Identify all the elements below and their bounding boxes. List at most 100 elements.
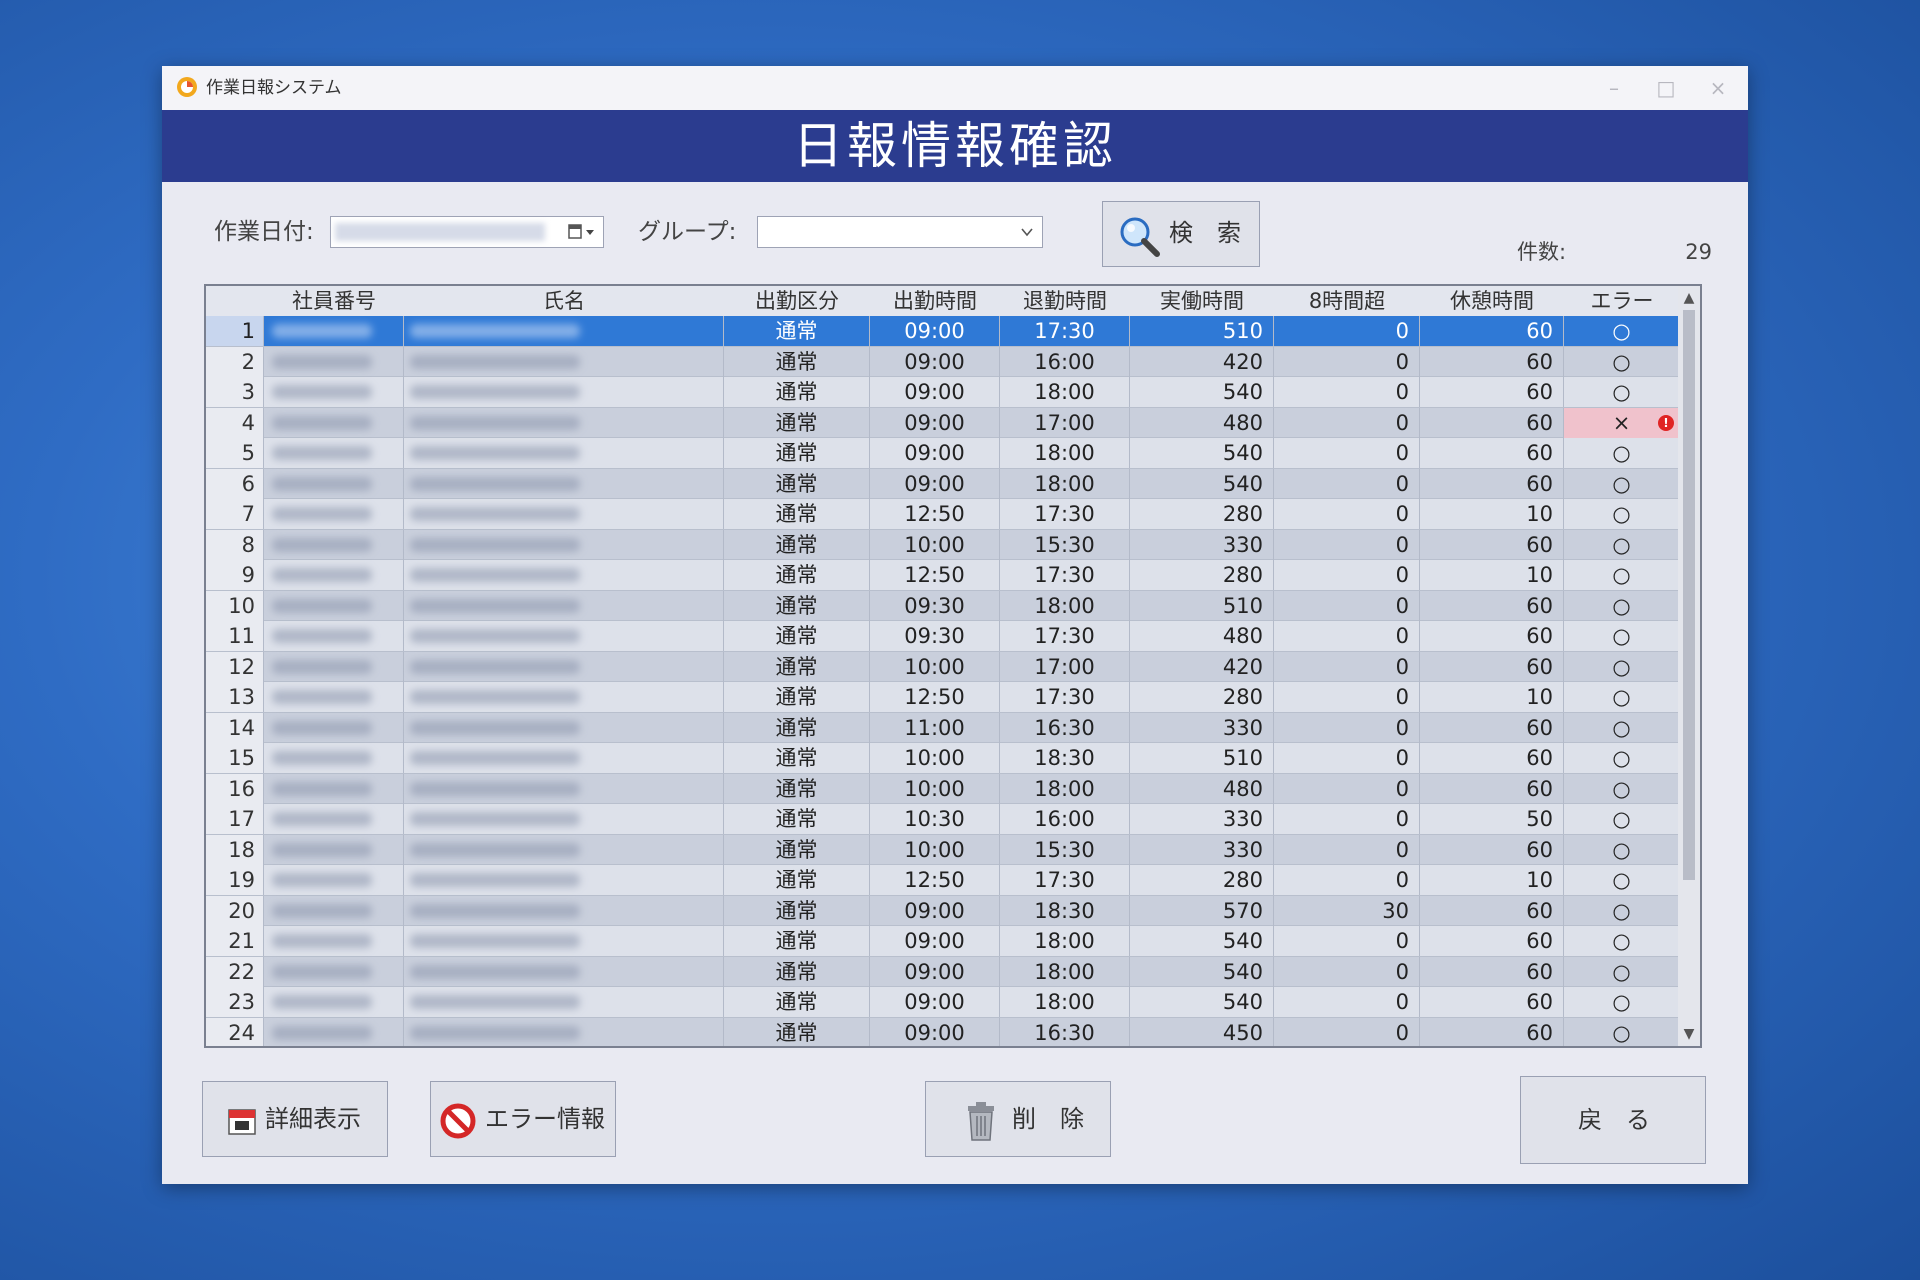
rest-time-cell: 60 — [1420, 621, 1564, 651]
daily-report-grid[interactable]: 社員番号 氏名 出勤区分 出勤時間 退勤時間 実働時間 8時間超 休憩時間 エラ… — [204, 284, 1702, 1048]
redacted-text — [272, 507, 372, 521]
clock-out-cell: 17:30 — [1000, 865, 1130, 895]
work-time-cell: 570 — [1130, 895, 1274, 926]
redacted-text — [410, 903, 580, 918]
calendar-dropdown-icon[interactable] — [567, 223, 597, 241]
row-number: 16 — [206, 773, 264, 804]
calendar-icon — [228, 1109, 256, 1135]
table-row[interactable]: 19 通常 12:50 17:30 280 0 10 ○ — [206, 865, 1680, 896]
clock-out-cell: 17:30 — [1000, 316, 1130, 346]
clock-in-cell: 10:00 — [870, 743, 1000, 773]
kubun-cell: 通常 — [724, 743, 870, 773]
table-row[interactable]: 23 通常 09:00 18:00 540 0 60 ○ — [206, 987, 1680, 1018]
table-row[interactable]: 17 通常 10:30 16:00 330 0 50 ○ — [206, 804, 1680, 835]
detail-button[interactable]: 詳細表示 — [202, 1081, 388, 1157]
redacted-text — [410, 537, 580, 552]
search-button[interactable]: 検 索 — [1102, 201, 1260, 267]
column-header-overtime[interactable]: 8時間超 — [1274, 286, 1420, 316]
rest-time-cell: 60 — [1420, 651, 1564, 682]
clock-out-cell: 18:00 — [1000, 956, 1130, 987]
row-number: 1 — [206, 316, 264, 346]
clock-in-cell: 09:30 — [870, 590, 1000, 621]
employee-no-cell — [264, 468, 404, 499]
close-button[interactable]: × — [1692, 72, 1744, 104]
overtime-cell: 0 — [1274, 377, 1420, 407]
table-row[interactable]: 6 通常 09:00 18:00 540 0 60 ○ — [206, 468, 1680, 499]
table-row[interactable]: 21 通常 09:00 18:00 540 0 60 ○ — [206, 926, 1680, 957]
clock-in-cell: 11:00 — [870, 712, 1000, 743]
work-time-cell: 540 — [1130, 956, 1274, 987]
name-cell — [404, 956, 724, 987]
vertical-scrollbar[interactable]: ▲ ▼ — [1678, 286, 1700, 1046]
clock-in-cell: 10:30 — [870, 804, 1000, 834]
table-row[interactable]: 8 通常 10:00 15:30 330 0 60 ○ — [206, 529, 1680, 560]
redacted-text — [272, 476, 372, 491]
column-header-name[interactable]: 氏名 — [404, 286, 724, 316]
grid-header: 社員番号 氏名 出勤区分 出勤時間 退勤時間 実働時間 8時間超 休憩時間 エラ… — [206, 286, 1680, 316]
delete-button[interactable]: 削 除 — [925, 1081, 1111, 1157]
column-header-clock-out[interactable]: 退勤時間 — [1000, 286, 1130, 316]
error-cell: ○ — [1564, 377, 1680, 407]
overtime-cell: 0 — [1274, 987, 1420, 1017]
work-time-cell: 280 — [1130, 865, 1274, 895]
table-row[interactable]: 13 通常 12:50 17:30 280 0 10 ○ — [206, 682, 1680, 713]
column-header-kubun[interactable]: 出勤区分 — [724, 286, 870, 316]
scroll-down-icon[interactable]: ▼ — [1678, 1024, 1700, 1044]
table-row[interactable]: 4 通常 09:00 17:00 480 0 60 ×! — [206, 407, 1680, 438]
name-cell — [404, 682, 724, 712]
error-cell: ○ — [1564, 682, 1680, 712]
table-row[interactable]: 11 通常 09:30 17:30 480 0 60 ○ — [206, 621, 1680, 652]
name-cell — [404, 651, 724, 682]
redacted-text — [272, 354, 372, 369]
employee-no-cell — [264, 651, 404, 682]
column-header-employee-no[interactable]: 社員番号 — [264, 286, 404, 316]
kubun-cell: 通常 — [724, 407, 870, 438]
table-row[interactable]: 10 通常 09:30 18:00 510 0 60 ○ — [206, 590, 1680, 621]
kubun-cell: 通常 — [724, 712, 870, 743]
minimize-button[interactable]: – — [1588, 72, 1640, 104]
table-row[interactable]: 1 通常 09:00 17:30 510 0 60 ○ — [206, 316, 1680, 347]
kubun-cell: 通常 — [724, 346, 870, 377]
table-row[interactable]: 2 通常 09:00 16:00 420 0 60 ○ — [206, 346, 1680, 377]
table-row[interactable]: 24 通常 09:00 16:30 450 0 60 ○ — [206, 1017, 1680, 1046]
work-time-cell: 480 — [1130, 773, 1274, 804]
work-time-cell: 330 — [1130, 834, 1274, 865]
group-select[interactable] — [757, 216, 1043, 248]
column-header-work-time[interactable]: 実働時間 — [1130, 286, 1274, 316]
table-row[interactable]: 22 通常 09:00 18:00 540 0 60 ○ — [206, 956, 1680, 987]
error-cell: ○ — [1564, 651, 1680, 682]
scroll-up-icon[interactable]: ▲ — [1678, 288, 1700, 308]
row-number: 18 — [206, 834, 264, 865]
table-row[interactable]: 12 通常 10:00 17:00 420 0 60 ○ — [206, 651, 1680, 682]
table-row[interactable]: 3 通常 09:00 18:00 540 0 60 ○ — [206, 377, 1680, 408]
table-row[interactable]: 20 通常 09:00 18:30 570 30 60 ○ — [206, 895, 1680, 926]
rest-time-cell: 10 — [1420, 499, 1564, 529]
column-header-error[interactable]: エラー — [1564, 286, 1680, 316]
work-time-cell: 450 — [1130, 1017, 1274, 1046]
scroll-thumb[interactable] — [1683, 310, 1695, 880]
search-button-label: 検 索 — [1169, 219, 1241, 247]
error-info-button[interactable]: エラー情報 — [430, 1081, 616, 1157]
redacted-text — [410, 324, 580, 338]
name-cell — [404, 926, 724, 956]
clock-in-cell: 12:50 — [870, 865, 1000, 895]
column-header-clock-in[interactable]: 出勤時間 — [870, 286, 1000, 316]
back-button[interactable]: 戻 る — [1520, 1076, 1706, 1164]
table-row[interactable]: 18 通常 10:00 15:30 330 0 60 ○ — [206, 834, 1680, 865]
table-row[interactable]: 15 通常 10:00 18:30 510 0 60 ○ — [206, 743, 1680, 774]
redacted-text — [410, 995, 580, 1009]
date-picker[interactable] — [330, 216, 604, 248]
table-row[interactable]: 16 通常 10:00 18:00 480 0 60 ○ — [206, 773, 1680, 804]
table-row[interactable]: 14 通常 11:00 16:30 330 0 60 ○ — [206, 712, 1680, 743]
clock-in-cell: 09:00 — [870, 926, 1000, 956]
table-row[interactable]: 5 通常 09:00 18:00 540 0 60 ○ — [206, 438, 1680, 469]
column-header-rest-time[interactable]: 休憩時間 — [1420, 286, 1564, 316]
row-number: 13 — [206, 682, 264, 712]
kubun-cell: 通常 — [724, 590, 870, 621]
table-row[interactable]: 7 通常 12:50 17:30 280 0 10 ○ — [206, 499, 1680, 530]
name-cell — [404, 804, 724, 834]
maximize-button[interactable]: □ — [1640, 72, 1692, 104]
table-row[interactable]: 9 通常 12:50 17:30 280 0 10 ○ — [206, 560, 1680, 591]
redacted-text — [272, 629, 372, 643]
clock-out-cell: 16:00 — [1000, 346, 1130, 377]
